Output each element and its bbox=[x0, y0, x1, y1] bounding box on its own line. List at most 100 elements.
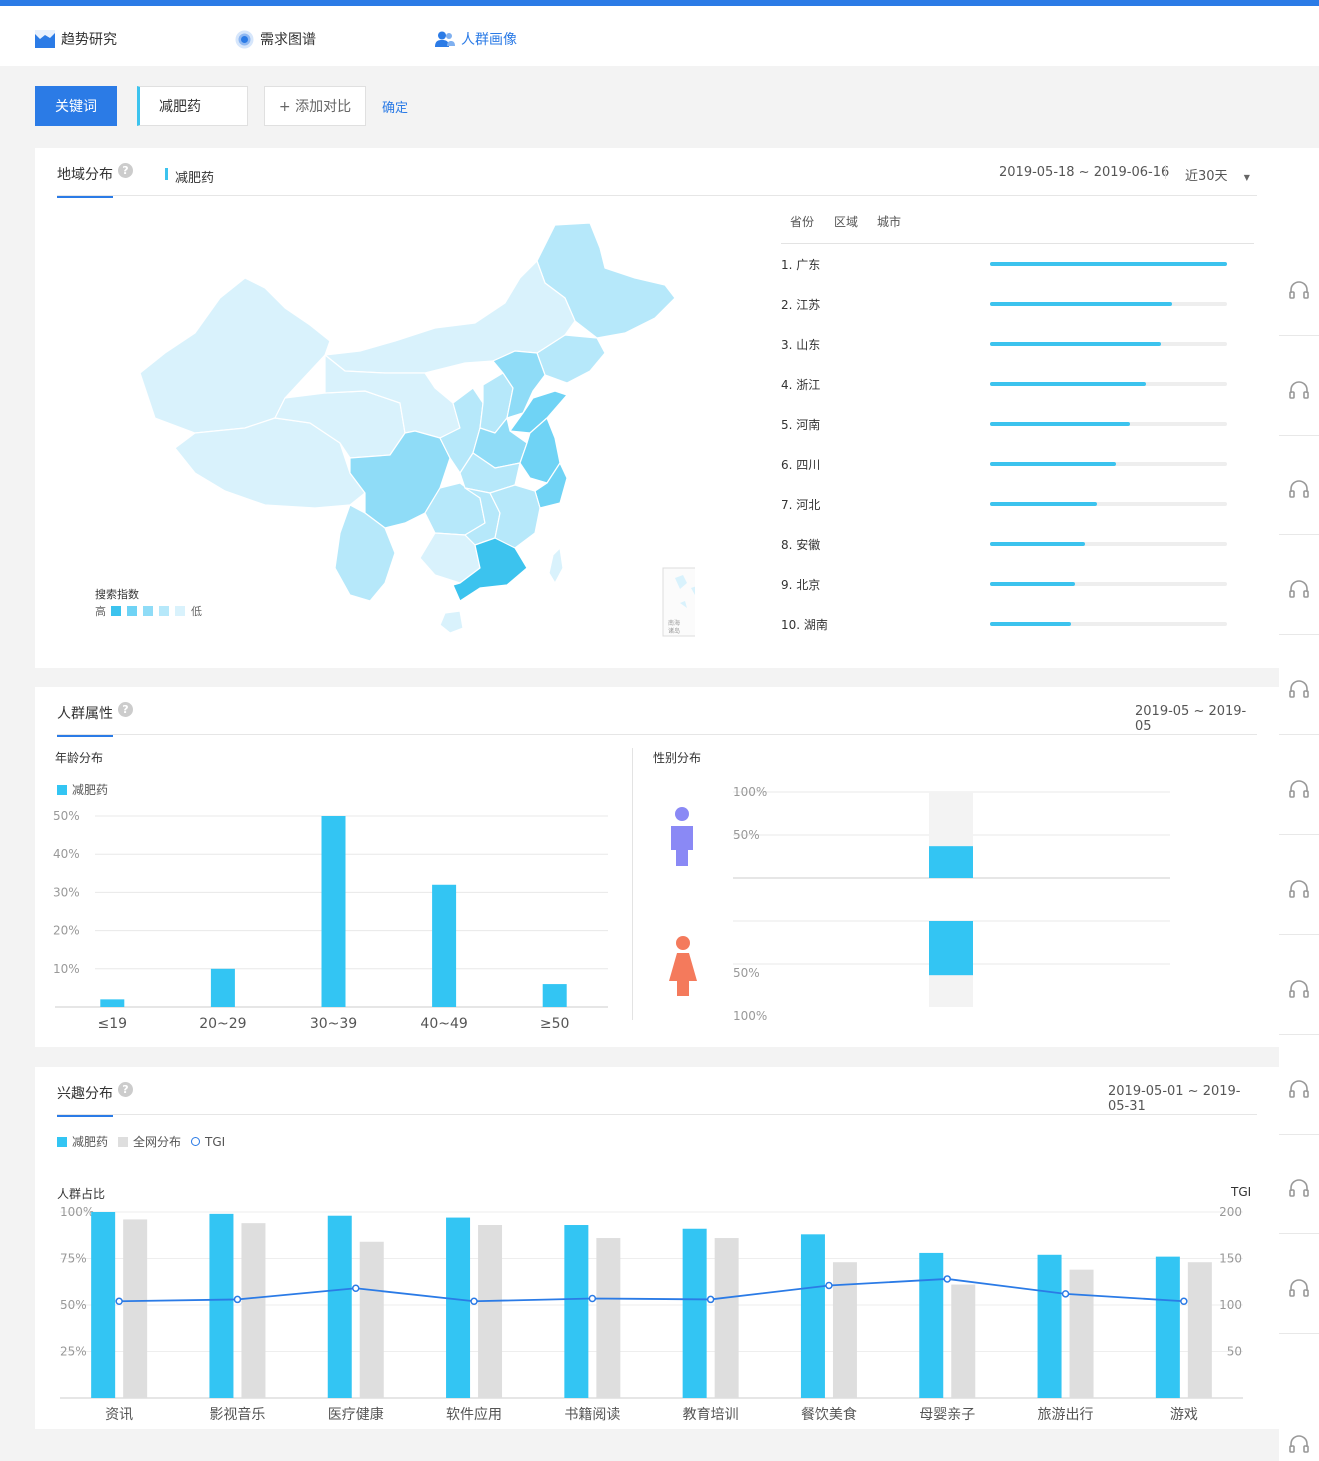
y-tick-label: 10% bbox=[53, 962, 80, 976]
side-separator bbox=[1279, 1034, 1319, 1035]
help-icon[interactable]: ? bbox=[118, 163, 133, 178]
ranking-bar-fill bbox=[990, 422, 1130, 426]
gender-title: 性别分布 bbox=[653, 751, 702, 765]
ranking-label: 3. 山东 bbox=[781, 338, 821, 352]
x-tick-label: 资讯 bbox=[105, 1407, 133, 1423]
headset-icon[interactable] bbox=[1288, 1434, 1310, 1456]
male-bar bbox=[929, 846, 973, 878]
overall-bar bbox=[951, 1284, 976, 1398]
age-legend-label: 减肥药 bbox=[72, 783, 109, 797]
add-compare-button[interactable]: + 添加对比 bbox=[264, 86, 366, 126]
legend-label-tgi: TGI bbox=[205, 1134, 226, 1149]
x-tick-label: ≤19 bbox=[98, 1016, 128, 1032]
nav-trend-research[interactable]: 趋势研究 bbox=[35, 28, 117, 50]
period-select[interactable]: 近30天 ▼ bbox=[1185, 165, 1250, 184]
age-bar bbox=[100, 999, 125, 1007]
legend-swatch-lightest bbox=[175, 606, 185, 616]
crowd-title[interactable]: 人群属性 bbox=[57, 703, 113, 737]
overall-bar bbox=[478, 1225, 503, 1398]
tgi-point bbox=[588, 1294, 597, 1303]
ranking-bar-fill bbox=[990, 502, 1097, 506]
region-title[interactable]: 地域分布 bbox=[57, 164, 113, 198]
interest-title[interactable]: 兴趣分布 bbox=[57, 1083, 113, 1117]
legend-swatch-darkest bbox=[111, 606, 121, 616]
ranking-bar-fill bbox=[990, 342, 1161, 346]
y2-tick-label: 150 bbox=[1219, 1252, 1242, 1266]
ranking-row: 7. 河北 bbox=[781, 494, 1231, 514]
tgi-point bbox=[233, 1295, 242, 1304]
tgi-circle-icon bbox=[191, 1137, 201, 1146]
map-legend-title: 搜索指数 bbox=[95, 588, 139, 601]
tab-city[interactable]: 城市 bbox=[877, 213, 901, 230]
overall-bar bbox=[832, 1262, 857, 1398]
crowd-card-header: 人群属性 ? 2019-05 ~ 2019-05 bbox=[57, 687, 1257, 737]
x-tick-label: 40~49 bbox=[420, 1016, 467, 1032]
nav-demand-label: 需求图谱 bbox=[260, 32, 316, 48]
side-separator bbox=[1279, 1333, 1319, 1334]
age-bar bbox=[432, 884, 457, 1007]
headset-icon[interactable] bbox=[1288, 479, 1310, 501]
x-tick-label: 母婴亲子 bbox=[919, 1407, 975, 1423]
y-tick-label: 50% bbox=[733, 966, 760, 980]
tgi-point bbox=[115, 1297, 123, 1306]
map-region-taiwan bbox=[548, 547, 564, 584]
nav-crowd-portrait[interactable]: 人群画像 bbox=[435, 28, 517, 50]
side-separator bbox=[1279, 335, 1319, 336]
side-separator bbox=[1279, 435, 1319, 436]
keyword-bar bbox=[919, 1252, 944, 1398]
ranking-bar-track bbox=[990, 582, 1227, 586]
ranking-bar-track bbox=[990, 422, 1227, 426]
female-bar bbox=[929, 921, 973, 976]
ranking-bar-track bbox=[990, 302, 1227, 306]
headset-icon[interactable] bbox=[1288, 679, 1310, 701]
help-icon[interactable]: ? bbox=[118, 1082, 133, 1097]
side-separator bbox=[1279, 1134, 1319, 1135]
divider bbox=[1165, 165, 1166, 179]
ranking-row: 3. 山东 bbox=[781, 334, 1231, 354]
keyword-input[interactable]: 减肥药 bbox=[137, 86, 248, 126]
keyword-button[interactable]: 关键词 bbox=[35, 86, 117, 126]
ranking-bar-fill bbox=[990, 582, 1076, 586]
headset-icon[interactable] bbox=[1288, 1079, 1310, 1101]
headset-icon[interactable] bbox=[1288, 380, 1310, 402]
y-tick-label: 75% bbox=[60, 1252, 87, 1266]
y-tick-label: 100% bbox=[733, 785, 767, 799]
tgi-point bbox=[825, 1281, 833, 1290]
female-person-icon bbox=[669, 936, 697, 996]
caret-down-icon: ▼ bbox=[1243, 173, 1250, 182]
keyword-bar bbox=[564, 1225, 589, 1398]
top-nav: 趋势研究 需求图谱 人群画像 bbox=[0, 6, 1319, 66]
ranking-bar-fill bbox=[990, 382, 1147, 386]
ranking-bar-fill bbox=[990, 462, 1116, 466]
male-person-icon bbox=[671, 807, 693, 866]
tab-area[interactable]: 区域 bbox=[834, 213, 858, 230]
overall-bar bbox=[714, 1238, 739, 1398]
headset-icon[interactable] bbox=[1288, 779, 1310, 801]
age-title: 年龄分布 bbox=[55, 751, 104, 765]
headset-icon[interactable] bbox=[1288, 979, 1310, 1001]
headset-icon[interactable] bbox=[1288, 1178, 1310, 1200]
x-tick-label: ≥50 bbox=[540, 1016, 570, 1032]
confirm-link[interactable]: 确定 bbox=[382, 97, 408, 116]
headset-icon[interactable] bbox=[1288, 1278, 1310, 1300]
ranking-row: 4. 浙江 bbox=[781, 374, 1231, 394]
tgi-line bbox=[119, 1278, 1184, 1303]
nav-demand-graph[interactable]: 需求图谱 bbox=[235, 28, 316, 50]
ranking-row: 6. 四川 bbox=[781, 454, 1231, 474]
overall-bar bbox=[241, 1223, 266, 1398]
users-icon bbox=[435, 31, 455, 47]
tgi-point bbox=[352, 1284, 360, 1293]
help-icon[interactable]: ? bbox=[118, 702, 133, 717]
headset-icon[interactable] bbox=[1288, 579, 1310, 601]
side-separator bbox=[1279, 1233, 1319, 1234]
side-toolbar bbox=[1279, 148, 1319, 1461]
headset-icon[interactable] bbox=[1288, 879, 1310, 901]
ranking-bar-fill bbox=[990, 302, 1173, 306]
legend-swatch-light bbox=[159, 606, 169, 616]
x-tick-label: 软件应用 bbox=[446, 1406, 502, 1423]
tab-province[interactable]: 省份 bbox=[790, 213, 814, 230]
age-bar bbox=[321, 816, 346, 1007]
headset-icon[interactable] bbox=[1288, 280, 1310, 302]
region-card-header: 地域分布 ? 减肥药 2019-05-18 ~ 2019-06-16 近30天 … bbox=[57, 148, 1257, 198]
map-region-hainan bbox=[439, 610, 464, 634]
